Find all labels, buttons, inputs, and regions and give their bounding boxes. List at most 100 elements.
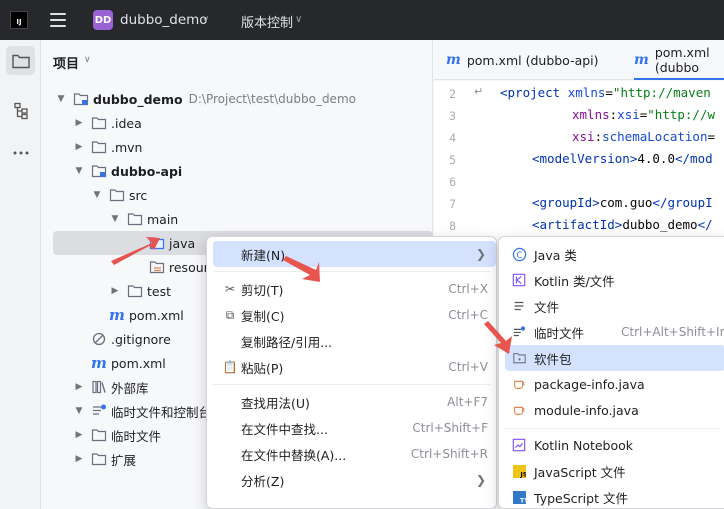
folder-icon — [91, 117, 107, 130]
folder-icon — [127, 285, 143, 298]
submenu-item-label: package-info.java — [534, 376, 645, 392]
submenu-item-label: Kotlin 类/文件 — [534, 273, 615, 289]
tree-item-label: pom.xml — [111, 355, 166, 371]
menu-separator — [213, 271, 490, 272]
tree-item-label: 临时文件和控制台 — [111, 404, 212, 420]
submenu-item-package-info[interactable]: package-info.java — [505, 371, 724, 397]
menu-separator — [505, 428, 719, 429]
folder-icon — [109, 189, 125, 202]
menu-item-cut[interactable]: ✂ 剪切(T) Ctrl+X — [213, 276, 496, 302]
menu-item-replace-in-files[interactable]: 在文件中替换(A)... Ctrl+Shift+R — [213, 441, 496, 467]
tree-item-label: .gitignore — [111, 331, 171, 347]
submenu-item-javascript[interactable]: JS JavaScript 文件 — [505, 458, 724, 484]
module-folder-icon — [91, 165, 107, 178]
menu-item-label: 在文件中替换(A)... — [241, 447, 347, 463]
expanded-arrow-icon[interactable]: ▼ — [55, 94, 67, 104]
submenu-item-scratch-file[interactable]: 临时文件 Ctrl+Alt+Shift+Ins — [505, 319, 724, 345]
expanded-arrow-icon[interactable]: ▼ — [73, 406, 85, 416]
tree-item-label: pom.xml — [129, 307, 184, 323]
maven-icon: m — [109, 306, 125, 324]
collapsed-arrow-icon[interactable]: ▶ — [73, 142, 85, 152]
resources-folder-icon — [149, 261, 165, 274]
tool-window-strip — [0, 40, 41, 509]
submenu-item-label: 软件包 — [534, 351, 572, 367]
tree-item-label: 临时文件 — [111, 428, 162, 444]
menu-item-copy-path[interactable]: 复制路径/引用... — [213, 328, 496, 354]
submenu-item-module-info[interactable]: module-info.java — [505, 397, 724, 423]
menu-item-analyze[interactable]: 分析(Z) ❯ — [213, 467, 496, 493]
menu-item-find-usages[interactable]: 查找用法(U) Alt+F7 — [213, 389, 496, 415]
tree-item-idea[interactable]: ▶ .idea — [41, 111, 433, 135]
editor-tabs: m pom.xml (dubbo-api) m pom.xml (dubbo — [434, 40, 724, 80]
svg-text:C: C — [516, 249, 522, 259]
submenu-item-label: TypeScript 文件 — [534, 490, 628, 506]
tab-pom-dubbo-api[interactable]: m pom.xml (dubbo-api) — [446, 40, 599, 80]
tree-item-label: .mvn — [111, 139, 143, 155]
collapsed-arrow-icon[interactable]: ▶ — [73, 454, 85, 464]
ignored-file-icon — [92, 332, 106, 346]
project-tool-button[interactable] — [6, 46, 35, 75]
vcs-menu[interactable]: 版本控制 — [241, 12, 293, 31]
line-number: 3 — [449, 109, 456, 123]
menu-item-label: 新建(N) — [241, 247, 286, 263]
collapsed-arrow-icon[interactable]: ▶ — [73, 430, 85, 440]
code-line: <modelVersion>4.0.0</mod — [532, 151, 713, 166]
panel-title: 项目 — [53, 57, 80, 72]
submenu-item-kotlin-notebook[interactable]: Kotlin Notebook — [505, 432, 724, 458]
chevron-down-icon[interactable]: ∨ — [202, 14, 209, 25]
tree-item-main[interactable]: ▼ main — [41, 207, 433, 231]
code-line: xsi:schemaLocation= — [572, 129, 715, 144]
java-file-icon — [511, 376, 527, 392]
submenu-item-kotlin-class[interactable]: Kotlin 类/文件 — [505, 267, 724, 293]
submenu-item-java-class[interactable]: C Java 类 — [505, 241, 724, 267]
kotlin-icon — [511, 272, 527, 288]
tree-item-src[interactable]: ▼ src — [41, 183, 433, 207]
fold-arrow-icon[interactable]: ↵ — [474, 85, 483, 98]
menu-item-label: 分析(Z) — [241, 473, 285, 489]
menu-item-find-in-files[interactable]: 在文件中查找... Ctrl+Shift+F — [213, 415, 496, 441]
collapsed-arrow-icon[interactable]: ▶ — [109, 286, 121, 296]
tree-item-path: D:\Project\test\dubbo_demo — [188, 92, 356, 106]
project-name[interactable]: dubbo_demo — [120, 12, 208, 28]
submenu-item-label: 临时文件 — [534, 325, 585, 341]
tree-item-mvn[interactable]: ▶ .mvn — [41, 135, 433, 159]
code-line: xmlns:xsi="http://w — [572, 107, 716, 122]
tree-item-dubbo-demo[interactable]: ▼ dubbo_demo D:\Project\test\dubbo_demo — [41, 87, 433, 111]
tree-item-dubbo-api[interactable]: ▼ dubbo-api — [41, 159, 433, 183]
folder-icon — [91, 453, 107, 466]
chevron-down-icon[interactable]: ∨ — [84, 55, 91, 65]
project-badge[interactable]: DD — [93, 10, 113, 30]
tree-item-label: resour — [169, 259, 209, 275]
expanded-arrow-icon[interactable]: ▼ — [91, 190, 103, 200]
submenu-item-label: 文件 — [534, 299, 560, 315]
main-menu-icon[interactable] — [50, 13, 66, 27]
submenu-item-label: module-info.java — [534, 402, 639, 418]
submenu-item-typescript[interactable]: TS TypeScript 文件 — [505, 484, 724, 509]
java-class-icon: C — [511, 246, 527, 262]
tab-label: pom.xml (dubbo-api) — [466, 52, 599, 68]
chevron-down-icon[interactable]: ∨ — [295, 14, 302, 25]
maven-icon: m — [446, 52, 461, 68]
line-number: 6 — [449, 175, 456, 189]
menu-item-label: 在文件中查找... — [241, 421, 328, 437]
menu-item-paste[interactable]: 📋 粘贴(P) Ctrl+V — [213, 354, 496, 380]
menu-item-shortcut: Ctrl+Shift+F — [412, 421, 488, 435]
intellij-logo-icon[interactable]: IJ — [10, 11, 28, 29]
tab-pom-dubbo-demo[interactable]: m pom.xml (dubbo — [634, 40, 724, 80]
structure-tool-button[interactable] — [6, 96, 35, 125]
expanded-arrow-icon[interactable]: ▼ — [109, 214, 121, 224]
new-submenu: C Java 类 Kotlin 类/文件 文件 临时文件 Ctrl+Alt+Sh… — [498, 236, 724, 509]
folder-icon — [127, 213, 143, 226]
tree-item-label: src — [129, 187, 148, 203]
collapsed-arrow-icon[interactable]: ▶ — [73, 382, 85, 392]
submenu-item-file[interactable]: 文件 — [505, 293, 724, 319]
scratch-file-icon — [511, 324, 527, 340]
folder-icon — [91, 141, 107, 154]
more-tools-button[interactable] — [6, 138, 35, 167]
submenu-item-package[interactable]: 软件包 — [505, 345, 724, 371]
maven-icon: m — [634, 52, 649, 68]
menu-item-copy[interactable]: ⧉ 复制(C) Ctrl+C — [213, 302, 496, 328]
collapsed-arrow-icon[interactable]: ▶ — [73, 118, 85, 128]
expanded-arrow-icon[interactable]: ▼ — [73, 166, 85, 176]
menu-item-new[interactable]: 新建(N) ❯ — [213, 241, 496, 267]
